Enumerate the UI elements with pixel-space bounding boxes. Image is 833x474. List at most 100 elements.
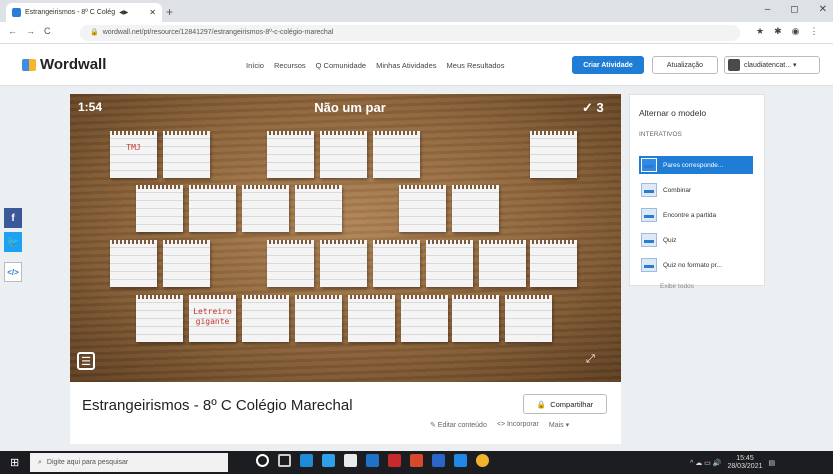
back-icon[interactable]: ←	[8, 26, 17, 36]
mail-icon[interactable]	[366, 454, 379, 467]
template-option-quiz[interactable]: Quiz	[639, 231, 753, 249]
nav-inicio[interactable]: Início	[246, 61, 264, 70]
template-option-combinar[interactable]: Combinar	[639, 181, 753, 199]
url-bar[interactable]: 🔒 wordwall.net/pt/resource/12841297/estra…	[80, 25, 740, 41]
template-option-gameshow-quiz[interactable]: Quiz no formato pr...	[639, 256, 753, 274]
card[interactable]	[373, 131, 420, 178]
card[interactable]	[320, 131, 367, 178]
nav-recursos[interactable]: Recursos	[274, 61, 306, 70]
panel-subtitle: INTERATIVOS	[639, 131, 682, 138]
tray-clock[interactable]: 15:45 28/03/2021	[727, 455, 762, 471]
embed-link[interactable]: <> Incorporar	[497, 421, 539, 429]
activity-title: Estrangeirismos - 8º C Colégio Marechal	[82, 397, 353, 414]
close-window-icon[interactable]: ✕	[819, 4, 827, 15]
taskbar-apps	[256, 454, 489, 467]
user-menu-button[interactable]: claudiatencat... ▾	[724, 56, 820, 74]
extensions-icon[interactable]: ✱	[774, 26, 782, 37]
reload-icon[interactable]: C	[44, 26, 51, 36]
card[interactable]	[163, 131, 210, 178]
browser-extensions: ★ ✱ ◉ ⋮	[756, 26, 818, 37]
taskbar-search[interactable]: ⌕ Digite aqui para pesquisar	[30, 453, 228, 472]
card[interactable]	[136, 185, 183, 232]
option-label: Quiz no formato pr...	[663, 261, 722, 269]
search-icon: ⌕	[38, 458, 42, 466]
card[interactable]	[452, 185, 499, 232]
card[interactable]	[189, 185, 236, 232]
window-controls: – ◻ ✕	[765, 4, 827, 15]
create-activity-button[interactable]: Criar Atividade	[572, 56, 644, 74]
card[interactable]	[163, 240, 210, 287]
card[interactable]	[426, 240, 473, 287]
tray-time: 15:45	[736, 455, 754, 462]
nav-minhas-atividades[interactable]: Minhas Atividades	[376, 61, 436, 70]
forward-icon[interactable]: →	[26, 26, 35, 36]
bookmark-star-icon[interactable]: ★	[756, 26, 764, 37]
chrome-icon[interactable]	[476, 454, 489, 467]
browser-nav: ← → C	[8, 26, 51, 36]
card[interactable]	[110, 240, 157, 287]
card-tmj[interactable]: TMJ	[110, 131, 157, 178]
template-thumb-icon	[641, 183, 657, 197]
card[interactable]	[530, 240, 577, 287]
browser-tab[interactable]: Estrangeirismos - 8º C Colég ◀▶ ✕	[6, 3, 162, 22]
card[interactable]	[399, 185, 446, 232]
browser-menu-icon[interactable]: ⋮	[809, 26, 818, 37]
facebook-share-button[interactable]: f	[4, 208, 22, 228]
card[interactable]	[401, 295, 448, 342]
template-option-match-pairs[interactable]: Pares correspondе...	[639, 156, 753, 174]
wordwall-logo[interactable]: Wordwall	[22, 56, 106, 73]
office-icon[interactable]	[410, 454, 423, 467]
start-button[interactable]: ⊞	[10, 456, 19, 469]
card[interactable]	[136, 295, 183, 342]
app-icon[interactable]	[432, 454, 445, 467]
card-text: Letreiro gigante	[193, 307, 232, 326]
card[interactable]	[242, 295, 289, 342]
card[interactable]	[505, 295, 552, 342]
share-button[interactable]: 🔒 Compartilhar	[523, 394, 607, 414]
card[interactable]	[530, 131, 577, 178]
card[interactable]	[295, 295, 342, 342]
share-label: Compartilhar	[550, 399, 594, 409]
user-name: claudiatencat... ▾	[744, 62, 797, 69]
profile-icon[interactable]: ◉	[792, 26, 800, 37]
card[interactable]	[373, 240, 420, 287]
explorer-icon[interactable]	[454, 454, 467, 467]
mcafee-icon[interactable]	[388, 454, 401, 467]
tray-icons[interactable]: ^ ☁ ▭ 🔊	[690, 459, 721, 467]
game-menu-icon[interactable]: ☰	[77, 352, 95, 370]
card[interactable]	[479, 240, 526, 287]
calendar-icon[interactable]	[322, 454, 335, 467]
url-text: wordwall.net/pt/resource/12841297/estran…	[102, 29, 334, 36]
cortana-icon[interactable]	[256, 454, 269, 467]
top-nav: Início Recursos Q Comunidade Minhas Ativ…	[246, 61, 504, 70]
card[interactable]	[320, 240, 367, 287]
card-text: TMJ	[126, 143, 141, 152]
notification-icon[interactable]: ▤	[769, 459, 776, 467]
upgrade-button[interactable]: Atualização	[652, 56, 718, 74]
card[interactable]	[242, 185, 289, 232]
card[interactable]	[267, 131, 314, 178]
nav-comunidade[interactable]: Q Comunidade	[316, 61, 366, 70]
card[interactable]	[267, 240, 314, 287]
fullscreen-icon[interactable]: ⤢	[586, 353, 595, 366]
card[interactable]	[348, 295, 395, 342]
template-thumb-icon	[641, 233, 657, 247]
option-label: Pares correspondе...	[663, 161, 724, 169]
minimize-icon[interactable]: –	[765, 4, 771, 15]
maximize-icon[interactable]: ◻	[790, 4, 798, 15]
task-view-icon[interactable]	[278, 454, 291, 467]
card[interactable]	[452, 295, 499, 342]
twitter-share-button[interactable]: 🐦	[4, 232, 22, 252]
card[interactable]	[295, 185, 342, 232]
tab-close-icon[interactable]: ✕	[149, 8, 156, 17]
store-icon[interactable]	[344, 454, 357, 467]
template-option-find-match[interactable]: Encontre a partida	[639, 206, 753, 224]
card-letreiro-gigante[interactable]: Letreiro gigante	[189, 295, 236, 342]
show-all-link[interactable]: Exibir todos	[660, 283, 694, 290]
more-link[interactable]: Mais ▾	[549, 421, 569, 429]
nav-meus-resultados[interactable]: Meus Resultados	[447, 61, 505, 70]
new-tab-button[interactable]: +	[166, 5, 173, 19]
edit-content-link[interactable]: ✎ Editar conteúdo	[430, 421, 487, 429]
edge-icon[interactable]	[300, 454, 313, 467]
embed-share-button[interactable]: </>	[4, 262, 22, 282]
